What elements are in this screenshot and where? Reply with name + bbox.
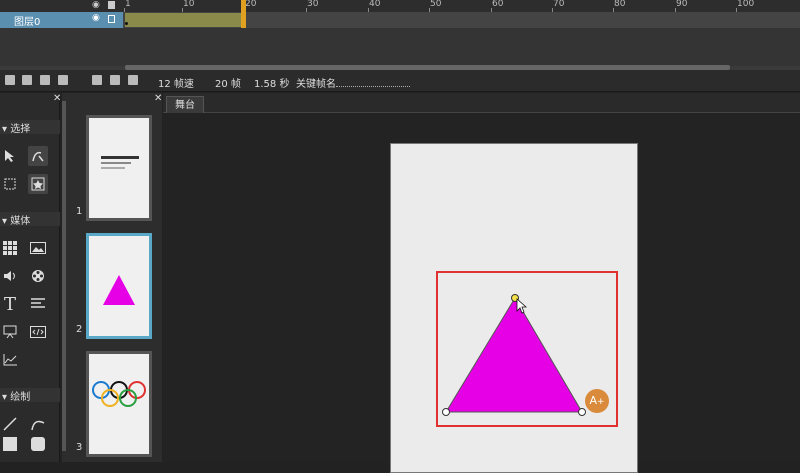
ruler-tick-label: 40 [369,0,381,9]
insert-keyframe-icon[interactable] [110,75,120,85]
timeline-ruler[interactable]: ◉ 1 10 20 30 40 50 60 70 80 90 100 [0,0,800,12]
line-tool-icon[interactable] [0,414,20,434]
slide-text-lines [101,156,139,159]
slide-number: 2 [76,324,83,335]
timeline-empty-area [0,28,800,66]
add-point-badge-icon[interactable]: A+ [585,389,609,413]
ruler-tick-label: 30 [307,0,319,9]
triangle-shape[interactable] [445,297,583,413]
section-draw-header[interactable]: ▾ 绘制 [0,388,60,403]
keyframe-dot[interactable] [125,22,128,25]
layer-name: 图层0 [14,17,41,28]
eye-icon[interactable]: ◉ [92,0,100,10]
slide-thumbnail-2[interactable] [86,233,152,339]
keyframe-name-input[interactable] [336,86,410,87]
new-layer-icon[interactable] [5,75,15,85]
slide-thumbnail-panel: ✕ 1 2 3 [62,93,162,462]
slide-thumbnail-3[interactable] [86,351,152,457]
slide-number: 3 [76,442,83,453]
pointer-tool-icon[interactable] [0,146,20,166]
presentation-icon[interactable] [0,322,20,342]
ruler-tick-label: 60 [492,0,504,9]
slide-text-lines [101,167,125,169]
panel-close-icon[interactable]: ✕ [53,93,61,104]
slide-triangle-thumbnail [103,275,135,305]
delete-frame-icon[interactable] [128,75,138,85]
ruler-tick-label: 80 [614,0,626,9]
ruler-tick-label: 90 [676,0,688,9]
section-media-header[interactable]: ▾ 媒体 [0,212,60,227]
olympic-rings-image [92,381,146,407]
fps-label: 12 帧速 [158,79,194,90]
subselect-tool-icon[interactable] [28,146,48,166]
folder-icon[interactable] [22,75,32,85]
ruler-tick-label: 20 [245,0,257,9]
frames-label: 20 帧 [215,79,241,90]
transform-tool-icon[interactable] [0,174,20,194]
slide-text-lines [101,162,131,164]
rounded-rect-tool-icon[interactable] [28,434,48,454]
slide-thumbnail-1[interactable] [86,115,152,221]
playhead[interactable] [241,0,246,28]
rectangle-tool-icon[interactable] [0,434,20,454]
trash-icon[interactable] [40,75,50,85]
shape-tool-icon[interactable] [28,174,48,194]
ruler-tick-label: 70 [553,0,565,9]
layer-row[interactable]: 图层0 ◉ [0,12,123,28]
vertex-handle[interactable] [442,408,450,416]
slide-panel-scrollbar[interactable] [62,101,66,451]
ruler-tick-label: 1 [125,0,131,9]
grid-icon[interactable] [0,238,20,258]
audio-icon[interactable] [0,266,20,286]
keyframe-name-label: 关键帧名 [296,79,336,90]
vertex-handle[interactable] [578,408,586,416]
curve-tool-icon[interactable] [28,414,48,434]
layer-lock-icon[interactable] [108,15,115,23]
timeline-statusbar: 12 帧速 20 帧 1.58 秒 关键帧名 [0,70,800,92]
ruler-tick-label: 50 [430,0,442,9]
slide-number: 1 [76,206,83,217]
ruler-tick-label: 10 [183,0,195,9]
image-icon[interactable] [28,238,48,258]
section-select-header[interactable]: ▾ 选择 [0,120,60,135]
stage-tab[interactable]: 舞台 [166,96,204,113]
chart-icon[interactable] [0,350,20,370]
layer-visible-icon[interactable]: ◉ [92,13,100,23]
video-reel-icon[interactable] [28,266,48,286]
code-icon[interactable] [28,322,48,342]
frame-span[interactable] [125,13,245,27]
tool-panel: ✕ ▾ 选择 ▾ 媒体 T ▾ 绘制 [0,93,61,462]
text-tool-icon[interactable]: T [0,294,20,315]
paragraph-icon[interactable] [28,294,48,314]
duration-label: 1.58 秒 [254,79,290,90]
stage-tabbar [163,93,800,113]
ruler-tick-label: 100 [737,0,755,9]
insert-frame-icon[interactable] [92,75,102,85]
lock-icon[interactable] [108,1,115,9]
panel-close-icon[interactable]: ✕ [154,93,162,104]
copy-layer-icon[interactable] [58,75,68,85]
